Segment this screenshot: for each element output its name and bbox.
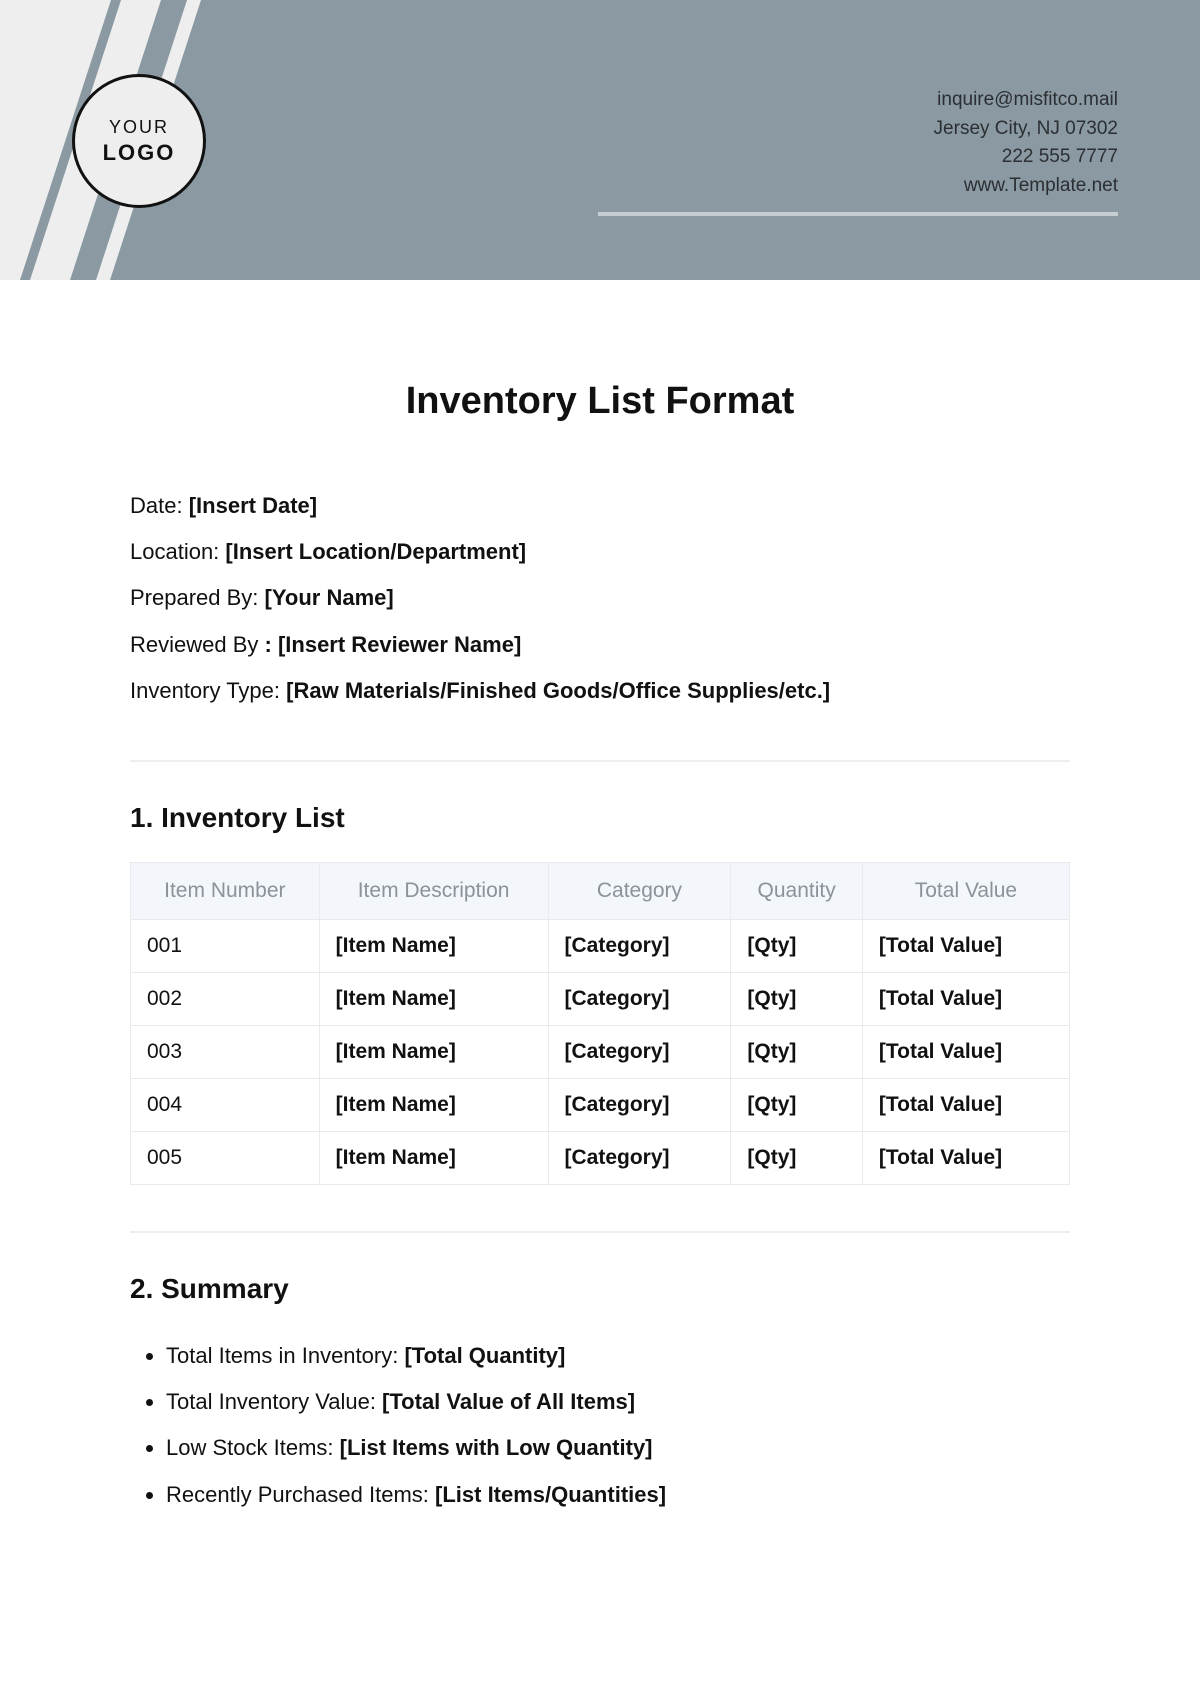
meta-inventory-type: Inventory Type: [Raw Materials/Finished … bbox=[130, 668, 1070, 714]
cell-quantity: [Qty] bbox=[731, 1078, 862, 1131]
cell-category: [Category] bbox=[548, 919, 731, 972]
list-item: Total Inventory Value: [Total Value of A… bbox=[166, 1379, 1070, 1425]
cell-total-value: [Total Value] bbox=[862, 1078, 1069, 1131]
meta-location-value: [Insert Location/Department] bbox=[225, 539, 526, 564]
summary-value: [List Items/Quantities] bbox=[435, 1482, 666, 1507]
cell-total-value: [Total Value] bbox=[862, 1025, 1069, 1078]
cell-item-name: [Item Name] bbox=[319, 1025, 548, 1078]
page-title: Inventory List Format bbox=[130, 380, 1070, 423]
summary-value: [Total Value of All Items] bbox=[382, 1389, 635, 1414]
logo: YOUR LOGO bbox=[72, 74, 206, 208]
th-item-description: Item Description bbox=[319, 862, 548, 919]
cell-total-value: [Total Value] bbox=[862, 972, 1069, 1025]
cell-total-value: [Total Value] bbox=[862, 1131, 1069, 1184]
cell-category: [Category] bbox=[548, 972, 731, 1025]
summary-list: Total Items in Inventory: [Total Quantit… bbox=[130, 1333, 1070, 1518]
cell-quantity: [Qty] bbox=[731, 1131, 862, 1184]
meta-prepared-by: Prepared By: [Your Name] bbox=[130, 575, 1070, 621]
meta-date-value: [Insert Date] bbox=[189, 493, 317, 518]
meta-type-label: Inventory Type: bbox=[130, 678, 280, 703]
cell-item-name: [Item Name] bbox=[319, 972, 548, 1025]
meta-reviewed-value: : [Insert Reviewer Name] bbox=[265, 632, 522, 657]
cell-quantity: [Qty] bbox=[731, 919, 862, 972]
meta-type-value: [Raw Materials/Finished Goods/Office Sup… bbox=[286, 678, 830, 703]
contact-email: inquire@misfitco.mail bbox=[934, 86, 1118, 115]
table-row: 002 [Item Name] [Category] [Qty] [Total … bbox=[131, 972, 1070, 1025]
logo-text-line1: YOUR bbox=[109, 117, 169, 138]
th-item-number: Item Number bbox=[131, 862, 320, 919]
th-total-value: Total Value bbox=[862, 862, 1069, 919]
cell-item-number: 003 bbox=[131, 1025, 320, 1078]
cell-category: [Category] bbox=[548, 1078, 731, 1131]
table-row: 005 [Item Name] [Category] [Qty] [Total … bbox=[131, 1131, 1070, 1184]
page: YOUR LOGO inquire@misfitco.mail Jersey C… bbox=[0, 0, 1200, 1696]
list-item: Total Items in Inventory: [Total Quantit… bbox=[166, 1333, 1070, 1379]
inventory-table: Item Number Item Description Category Qu… bbox=[130, 862, 1070, 1185]
cell-item-name: [Item Name] bbox=[319, 919, 548, 972]
cell-item-number: 001 bbox=[131, 919, 320, 972]
cell-quantity: [Qty] bbox=[731, 1025, 862, 1078]
table-header-row: Item Number Item Description Category Qu… bbox=[131, 862, 1070, 919]
cell-total-value: [Total Value] bbox=[862, 919, 1069, 972]
summary-value: [Total Quantity] bbox=[404, 1343, 565, 1368]
meta-prepared-value: [Your Name] bbox=[265, 585, 394, 610]
logo-circle-icon: YOUR LOGO bbox=[72, 74, 206, 208]
meta-reviewed-by: Reviewed By : [Insert Reviewer Name] bbox=[130, 622, 1070, 668]
list-item: Low Stock Items: [List Items with Low Qu… bbox=[166, 1425, 1070, 1471]
cell-item-name: [Item Name] bbox=[319, 1131, 548, 1184]
meta-prepared-label: Prepared By: bbox=[130, 585, 258, 610]
th-quantity: Quantity bbox=[731, 862, 862, 919]
section-title-inventory: 1. Inventory List bbox=[130, 802, 1070, 834]
table-row: 004 [Item Name] [Category] [Qty] [Total … bbox=[131, 1078, 1070, 1131]
contact-site: www.Template.net bbox=[934, 172, 1118, 201]
cell-item-name: [Item Name] bbox=[319, 1078, 548, 1131]
cell-item-number: 002 bbox=[131, 972, 320, 1025]
contact-block: inquire@misfitco.mail Jersey City, NJ 07… bbox=[934, 86, 1118, 200]
content-area: Inventory List Format Date: [Insert Date… bbox=[130, 340, 1070, 1518]
meta-date: Date: [Insert Date] bbox=[130, 483, 1070, 529]
section-title-summary: 2. Summary bbox=[130, 1273, 1070, 1305]
cell-category: [Category] bbox=[548, 1131, 731, 1184]
list-item: Recently Purchased Items: [List Items/Qu… bbox=[166, 1472, 1070, 1518]
summary-label: Total Items in Inventory: bbox=[166, 1343, 404, 1368]
summary-label: Total Inventory Value: bbox=[166, 1389, 382, 1414]
cell-category: [Category] bbox=[548, 1025, 731, 1078]
table-row: 003 [Item Name] [Category] [Qty] [Total … bbox=[131, 1025, 1070, 1078]
meta-reviewed-label: Reviewed By bbox=[130, 632, 258, 657]
contact-phone: 222 555 7777 bbox=[934, 143, 1118, 172]
table-row: 001 [Item Name] [Category] [Qty] [Total … bbox=[131, 919, 1070, 972]
divider bbox=[130, 1231, 1070, 1233]
th-category: Category bbox=[548, 862, 731, 919]
contact-address: Jersey City, NJ 07302 bbox=[934, 115, 1118, 144]
cell-item-number: 004 bbox=[131, 1078, 320, 1131]
summary-label: Low Stock Items: bbox=[166, 1435, 340, 1460]
meta-date-label: Date: bbox=[130, 493, 183, 518]
cell-item-number: 005 bbox=[131, 1131, 320, 1184]
meta-list: Date: [Insert Date] Location: [Insert Lo… bbox=[130, 483, 1070, 714]
meta-location: Location: [Insert Location/Department] bbox=[130, 529, 1070, 575]
meta-location-label: Location: bbox=[130, 539, 219, 564]
contact-underline bbox=[598, 212, 1118, 216]
cell-quantity: [Qty] bbox=[731, 972, 862, 1025]
logo-text-line2: LOGO bbox=[103, 140, 176, 166]
summary-label: Recently Purchased Items: bbox=[166, 1482, 435, 1507]
summary-value: [List Items with Low Quantity] bbox=[340, 1435, 653, 1460]
divider bbox=[130, 760, 1070, 762]
header-band: YOUR LOGO inquire@misfitco.mail Jersey C… bbox=[0, 0, 1200, 280]
